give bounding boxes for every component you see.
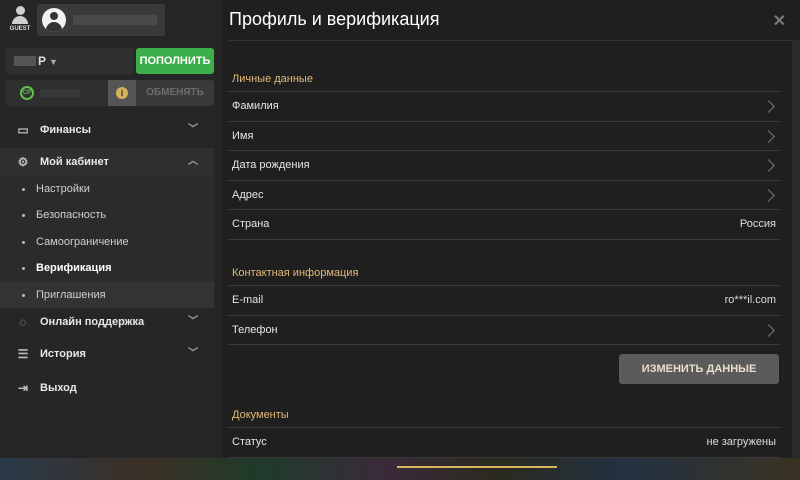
sidebar-item-cabinet[interactable]: ⚙ Мой кабинет ︿: [0, 148, 214, 176]
cp-balance: CP: [6, 80, 108, 106]
row-label: Телефон: [232, 323, 278, 336]
section-heading: Документы: [228, 400, 780, 428]
birthdate-row[interactable]: Дата рождения: [228, 151, 780, 181]
guest-label: GUEST: [9, 26, 31, 32]
country-row: Страна Россия: [228, 210, 780, 240]
chevron-right-icon: [764, 129, 774, 143]
sidebar-item-security[interactable]: Безопасность: [0, 202, 214, 228]
wallet-icon: ▭: [17, 123, 29, 137]
chevron-right-icon: [764, 188, 774, 202]
sidebar-item-settings[interactable]: Настройки: [0, 176, 214, 202]
chevron-right-icon: [764, 323, 774, 337]
email-row: E-mail ro***il.com: [228, 286, 780, 316]
row-label: Адрес: [232, 188, 264, 201]
info-button[interactable]: i: [108, 80, 136, 106]
chat-icon: ◌: [19, 314, 27, 329]
cp-amount-redacted: [40, 89, 80, 97]
row-label: Фамилия: [232, 100, 279, 112]
status-value: не загружены: [706, 436, 777, 448]
sidebar-item-verification[interactable]: Верификация: [0, 255, 214, 281]
chevron-down-icon: ﹀: [188, 347, 198, 359]
list-icon: ☰: [17, 346, 29, 361]
contact-section: Контактная информация E-mail ro***il.com…: [228, 258, 780, 345]
divider: [228, 40, 794, 41]
chevron-right-icon: [764, 158, 774, 172]
gear-icon: ⚙: [17, 155, 29, 169]
deposit-button[interactable]: ПОПОЛНИТЬ: [136, 48, 214, 74]
row-label: Статус: [232, 436, 267, 448]
caret-down-icon: ▼: [49, 57, 58, 67]
email-value: ro***il.com: [724, 294, 776, 306]
phone-row[interactable]: Телефон: [228, 316, 780, 345]
sidebar-item-label: История: [40, 347, 86, 360]
name-row[interactable]: Имя: [228, 122, 780, 151]
balance-row: P ▼ ПОПОЛНИТЬ: [6, 48, 214, 74]
guest-badge[interactable]: GUEST: [6, 4, 34, 32]
sidebar: GUEST P ▼ ПОПОЛНИТЬ CP i ОБМЕНЯТЬ ▭ Финан…: [0, 0, 222, 458]
sidebar-item-label: Финансы: [40, 124, 92, 136]
cabinet-submenu: Настройки Безопасность Самоограничение В…: [0, 176, 214, 308]
section-heading: Личные данные: [228, 64, 780, 92]
cp-row: CP i ОБМЕНЯТЬ: [6, 80, 214, 106]
exchange-button[interactable]: ОБМЕНЯТЬ: [136, 80, 214, 106]
documents-section: Документы Статус не загружены: [228, 400, 780, 458]
sidebar-item-history[interactable]: ☰ История ﹀: [0, 340, 214, 368]
personal-data-section: Личные данные Фамилия Имя Дата рождения …: [228, 64, 780, 240]
background-games-strip: [0, 458, 800, 480]
chevron-up-icon: ︿: [188, 156, 198, 167]
user-row: GUEST: [0, 0, 222, 42]
page-title: Профиль и верификация: [229, 9, 440, 29]
cp-icon: CP: [20, 86, 34, 100]
profile-modal: Профиль и верификация ✕ Личные данные Фа…: [222, 0, 800, 458]
country-value: Россия: [739, 218, 776, 230]
surname-row[interactable]: Фамилия: [228, 92, 780, 122]
chevron-down-icon: ﹀: [188, 315, 198, 327]
row-label: Имя: [232, 129, 254, 142]
sidebar-item-logout[interactable]: ⇥ Выход: [0, 374, 214, 402]
change-data-button[interactable]: ИЗМЕНИТЬ ДАННЫЕ: [619, 354, 779, 384]
balance-selector[interactable]: P ▼: [6, 48, 134, 74]
user-name-redacted: [73, 15, 157, 25]
address-row[interactable]: Адрес: [228, 181, 780, 210]
sidebar-item-label: Онлайн поддержка: [40, 315, 145, 328]
avatar: [42, 8, 66, 32]
status-row: Статус не загружены: [228, 428, 780, 458]
row-label: Страна: [232, 218, 270, 230]
upload-button-edge[interactable]: [397, 466, 557, 468]
sidebar-item-label: Мой кабинет: [40, 156, 109, 168]
chevron-down-icon: ﹀: [188, 124, 198, 135]
chevron-right-icon: [764, 99, 774, 113]
user-profile-box[interactable]: [37, 4, 165, 36]
sidebar-item-label: Выход: [40, 381, 77, 394]
logout-icon: ⇥: [17, 380, 29, 395]
info-icon: i: [116, 87, 128, 99]
balance-currency: P: [38, 54, 47, 68]
section-heading: Контактная информация: [228, 258, 780, 286]
sidebar-item-invitations[interactable]: Приглашения: [0, 281, 214, 308]
row-label: E-mail: [232, 294, 264, 306]
sidebar-item-finance[interactable]: ▭ Финансы ﹀: [0, 116, 214, 144]
sidebar-item-support[interactable]: ◌ Онлайн поддержка ﹀: [0, 308, 214, 336]
guest-icon: [15, 6, 25, 15]
scrollbar[interactable]: [792, 40, 800, 458]
sidebar-item-self-limit[interactable]: Самоограничение: [0, 229, 214, 255]
sidebar-menu: ▭ Финансы ﹀ ⚙ Мой кабинет ︿ Настройки Бе…: [0, 116, 214, 402]
close-icon[interactable]: ✕: [773, 11, 786, 31]
row-label: Дата рождения: [232, 159, 310, 171]
balance-amount-redacted: [14, 56, 36, 66]
